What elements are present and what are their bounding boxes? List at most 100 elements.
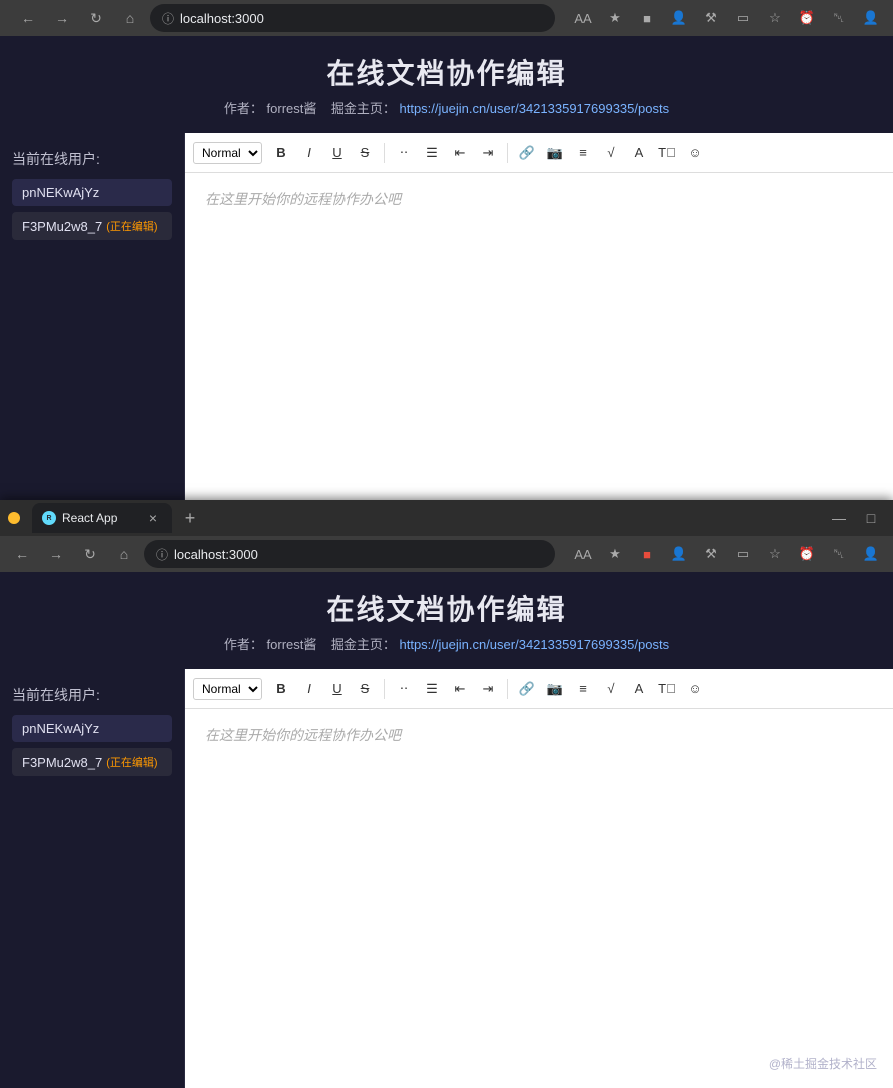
bookmark-icon-2[interactable]: ★: [601, 540, 629, 568]
emoji-btn-1[interactable]: ☺: [682, 140, 708, 166]
clear-format-btn-1[interactable]: T⃢: [654, 140, 680, 166]
tab-close-2[interactable]: ×: [144, 509, 162, 527]
info-icon-2: ⓘ: [156, 546, 168, 563]
bold-btn-2[interactable]: B: [268, 676, 294, 702]
info-icon-1: ⓘ: [162, 10, 174, 27]
account-icon-2[interactable]: 👤: [857, 540, 885, 568]
extensions-icon-1[interactable]: ⚒: [697, 4, 725, 32]
browser-window-1: ← → ↻ ⌂ ⓘ localhost:3000 AA ★ ■ 👤 ⚒ ▭ ☆ …: [0, 0, 893, 500]
profile-icon-1[interactable]: 👤: [665, 4, 693, 32]
page-area-1: 在线文档协作编辑 作者： forrest酱 掘金主页： https://juej…: [0, 36, 893, 500]
page-subtitle-1: 作者： forrest酱 掘金主页： https://juejin.cn/use…: [16, 98, 877, 117]
juejin-link-1[interactable]: https://juejin.cn/user/3421335917699335/…: [399, 101, 669, 116]
indent-btn-2[interactable]: ⇥: [475, 676, 501, 702]
outdent-btn-2[interactable]: ⇤: [447, 676, 473, 702]
underline-btn-1[interactable]: U: [324, 140, 350, 166]
link-btn-2[interactable]: 🔗: [514, 676, 540, 702]
forward-button-2[interactable]: →: [42, 540, 70, 568]
browser-chrome-2: ← → ↻ ⌂ ⓘ localhost:3000 AA ★ ■ 👤 ⚒ ▭ ☆ …: [0, 536, 893, 572]
editor-area-2: Normal B I U S ⋅⋅ ☰ ⇤ ⇥ 🔗 📷 ≡ √ A: [185, 669, 893, 1088]
extension-icon-1[interactable]: ■: [633, 4, 661, 32]
username-4: F3PMu2w8_7: [22, 755, 102, 770]
author-label-1: 作者：: [224, 101, 263, 116]
tab-group-icon-1[interactable]: ▭: [729, 4, 757, 32]
page-subtitle-2: 作者： forrest酱 掘金主页： https://juejin.cn/use…: [16, 634, 877, 653]
italic-btn-2[interactable]: I: [296, 676, 322, 702]
translate-icon-1[interactable]: AA: [569, 4, 597, 32]
formula-btn-2[interactable]: √: [598, 676, 624, 702]
outdent-btn-1[interactable]: ⇤: [447, 140, 473, 166]
ordered-list-btn-1[interactable]: ⋅⋅: [391, 140, 417, 166]
address-bar-1[interactable]: ⓘ localhost:3000: [150, 4, 555, 32]
ordered-list-btn-2[interactable]: ⋅⋅: [391, 676, 417, 702]
tab-active-2[interactable]: R React App ×: [32, 503, 172, 533]
link-btn-1[interactable]: 🔗: [514, 140, 540, 166]
image-btn-1[interactable]: 📷: [542, 140, 568, 166]
indent-btn-1[interactable]: ⇥: [475, 140, 501, 166]
tab-group-icon-2[interactable]: ▭: [729, 540, 757, 568]
address-bar-2[interactable]: ⓘ localhost:3000: [144, 540, 555, 568]
tab-title-2: React App: [62, 511, 138, 525]
clear-format-btn-2[interactable]: T⃢: [654, 676, 680, 702]
emoji-btn-2[interactable]: ☺: [682, 676, 708, 702]
profile-icon-2[interactable]: 👤: [665, 540, 693, 568]
placeholder-text-2: 在这里开始你的远程协作办公吧: [205, 727, 401, 743]
underline-btn-2[interactable]: U: [324, 676, 350, 702]
author-name-1: forrest酱: [267, 101, 317, 116]
reload-button-2[interactable]: ↻: [76, 540, 104, 568]
favorites-icon-1[interactable]: ☆: [761, 4, 789, 32]
page-area-2: 在线文档协作编辑 作者： forrest酱 掘金主页： https://juej…: [0, 572, 893, 1088]
browser-window-2: R React App × + — □ ← → ↻ ⌂ ⓘ localhost:…: [0, 500, 893, 1088]
forward-button-1[interactable]: →: [48, 4, 76, 32]
align-btn-2[interactable]: ≡: [570, 676, 596, 702]
strikethrough-btn-2[interactable]: S: [352, 676, 378, 702]
unordered-list-btn-1[interactable]: ☰: [419, 140, 445, 166]
sep-3: [384, 679, 385, 699]
editor-toolbar-2: Normal B I U S ⋅⋅ ☰ ⇤ ⇥ 🔗 📷 ≡ √ A: [185, 669, 893, 709]
style-select-2[interactable]: Normal: [193, 678, 262, 700]
editor-toolbar-1: Normal B I U S ⋅⋅ ☰ ⇤ ⇥ 🔗 📷 ≡ √ A: [185, 133, 893, 173]
unordered-list-btn-2[interactable]: ☰: [419, 676, 445, 702]
bold-btn-1[interactable]: B: [268, 140, 294, 166]
user-item-4: F3PMu2w8_7 (正在编辑): [12, 748, 172, 776]
minimize-button-2[interactable]: [8, 512, 20, 524]
new-tab-btn-2[interactable]: +: [176, 504, 204, 532]
placeholder-text-1: 在这里开始你的远程协作办公吧: [205, 191, 401, 207]
font-color-btn-2[interactable]: A: [626, 676, 652, 702]
italic-btn-1[interactable]: I: [296, 140, 322, 166]
home-button-1[interactable]: ⌂: [116, 4, 144, 32]
back-button-1[interactable]: ←: [14, 4, 42, 32]
minimize-win-btn-2[interactable]: —: [825, 504, 853, 532]
font-color-btn-1[interactable]: A: [626, 140, 652, 166]
strikethrough-btn-1[interactable]: S: [352, 140, 378, 166]
cast-icon-2[interactable]: ␀: [825, 540, 853, 568]
translate-icon-2[interactable]: AA: [569, 540, 597, 568]
favorites-icon-2[interactable]: ☆: [761, 540, 789, 568]
juejin-link-2[interactable]: https://juejin.cn/user/3421335917699335/…: [399, 637, 669, 652]
user-item-2: F3PMu2w8_7 (正在编辑): [12, 212, 172, 240]
editor-content-1[interactable]: 在这里开始你的远程协作办公吧: [185, 173, 893, 500]
sidebar-1: 当前在线用户: pnNEKwAjYz F3PMu2w8_7 (正在编辑): [0, 133, 185, 500]
image-btn-2[interactable]: 📷: [542, 676, 568, 702]
reload-button-1[interactable]: ↻: [82, 4, 110, 32]
cast-icon-1[interactable]: ␀: [825, 4, 853, 32]
editor-content-2[interactable]: 在这里开始你的远程协作办公吧 @稀土掘金技术社区: [185, 709, 893, 1088]
sidebar-label-1: 当前在线用户:: [12, 149, 172, 169]
extensions-icon-2[interactable]: ⚒: [697, 540, 725, 568]
editor-area-1: Normal B I U S ⋅⋅ ☰ ⇤ ⇥ 🔗 📷 ≡ √ A: [185, 133, 893, 500]
page-title-2: 在线文档协作编辑: [16, 588, 877, 628]
extension-red-icon-2[interactable]: ■: [633, 540, 661, 568]
account-icon-1[interactable]: 👤: [857, 4, 885, 32]
home-button-2[interactable]: ⌂: [110, 540, 138, 568]
align-btn-1[interactable]: ≡: [570, 140, 596, 166]
username-1: pnNEKwAjYz: [22, 185, 99, 200]
history-icon-2[interactable]: ⏰: [793, 540, 821, 568]
formula-btn-1[interactable]: √: [598, 140, 624, 166]
history-icon-1[interactable]: ⏰: [793, 4, 821, 32]
tab-bar-2: R React App × + — □: [0, 500, 893, 536]
style-select-1[interactable]: Normal: [193, 142, 262, 164]
maximize-win-btn-2[interactable]: □: [857, 504, 885, 532]
back-button-2[interactable]: ←: [8, 540, 36, 568]
tab-favicon-2: R: [42, 511, 56, 525]
bookmark-icon-1[interactable]: ★: [601, 4, 629, 32]
